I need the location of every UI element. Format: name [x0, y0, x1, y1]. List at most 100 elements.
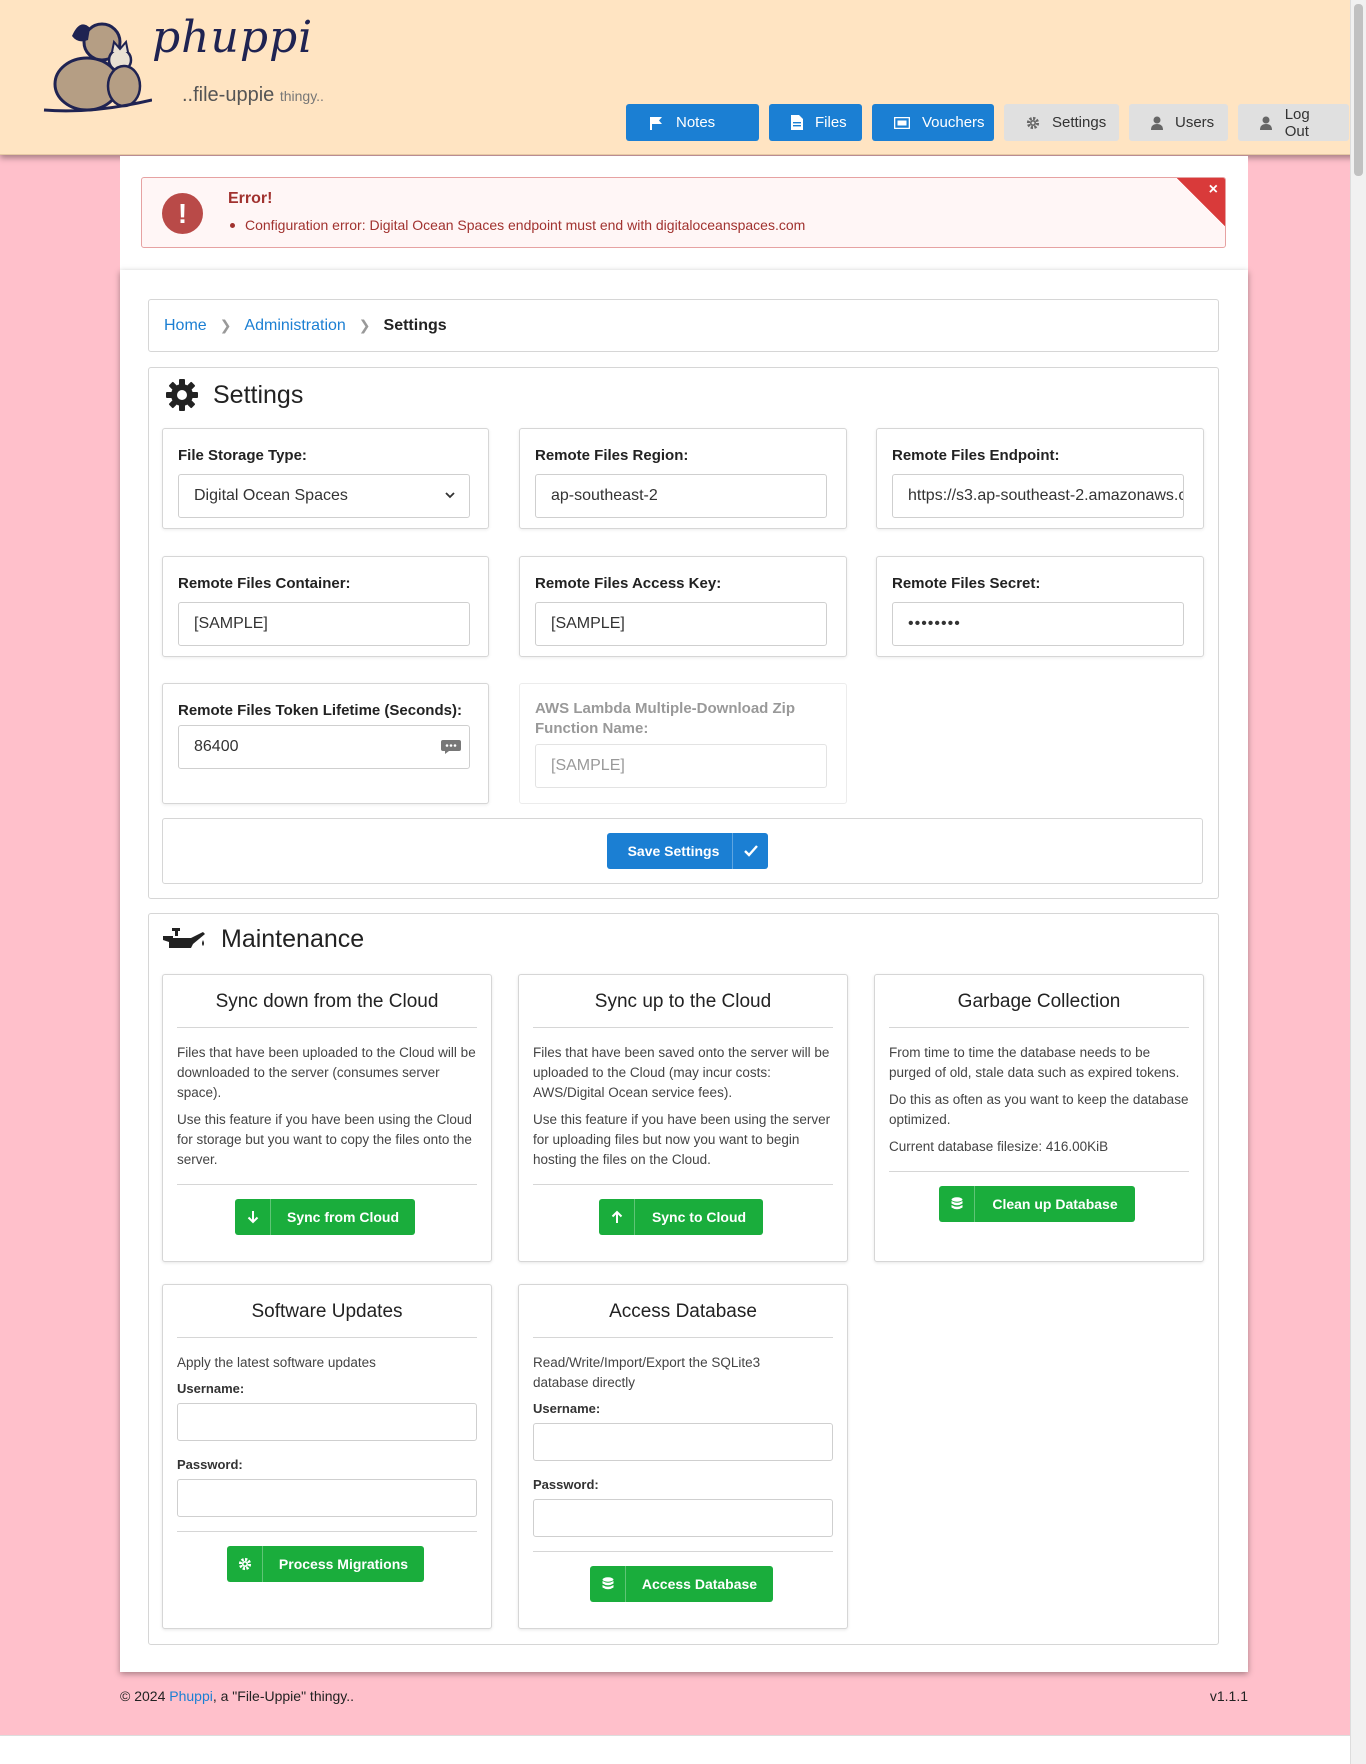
process-migrations-button[interactable]: Process Migrations — [227, 1546, 424, 1582]
access-database-title: Access Database — [609, 1301, 757, 1322]
sync-from-cloud-button[interactable]: Sync from Cloud — [235, 1199, 415, 1235]
close-icon: × — [1208, 181, 1218, 198]
lambda-input: [SAMPLE] — [535, 744, 827, 788]
flag-icon — [648, 115, 664, 131]
nav-files-button[interactable]: Files — [769, 104, 862, 141]
close-alert-button[interactable]: × — [1177, 178, 1225, 226]
database-icon — [939, 1186, 975, 1222]
updates-username-input[interactable] — [177, 1403, 477, 1441]
region-input[interactable]: ap-southeast-2 — [535, 474, 827, 518]
settings-heading: Settings — [165, 378, 303, 412]
breadcrumb-home-link[interactable]: Home — [164, 317, 207, 335]
nav-label: Log Out — [1284, 105, 1310, 140]
nav-notes-button[interactable]: Notes — [626, 104, 759, 141]
access-database-card: Access Database Read/Write/Import/Export… — [518, 1284, 848, 1629]
error-message-text: Configuration error: Digital Ocean Space… — [245, 217, 806, 233]
clean-up-database-button[interactable]: Clean up Database — [939, 1186, 1135, 1222]
brand-tagline: ..file-uppie thingy.. — [182, 84, 324, 107]
sync-to-cloud-button[interactable]: Sync to Cloud — [599, 1199, 763, 1235]
chevron-right-icon: ❯ — [358, 317, 371, 333]
arrow-down-icon — [235, 1199, 271, 1235]
user-icon — [1260, 115, 1273, 131]
save-settings-button[interactable]: Save Settings — [607, 833, 768, 869]
lambda-field: AWS Lambda Multiple-Download Zip Functio… — [519, 683, 847, 804]
secret-label: Remote Files Secret: — [892, 575, 1041, 592]
token-lifetime-input[interactable]: 86400 — [178, 725, 470, 769]
settings-title: Settings — [213, 380, 304, 409]
sync-to-cloud-label: Sync to Cloud — [651, 1209, 747, 1225]
nav-label: Users — [1175, 114, 1215, 131]
divider — [177, 1531, 477, 1532]
footer: © 2024 Phuppi, a "File-Uppie" thingy.. v… — [120, 1688, 1248, 1704]
db-username-input[interactable] — [533, 1423, 833, 1461]
main-nav: Notes Files Vouchers Settings Users Log … — [626, 104, 1349, 141]
storage-type-field: File Storage Type: Digital Ocean Spaces — [162, 428, 489, 529]
container-input[interactable]: [SAMPLE] — [178, 602, 470, 646]
access-key-input[interactable]: [SAMPLE] — [535, 602, 827, 646]
phuppi-logo[interactable]: phuppi ..file-uppie thingy.. — [42, 12, 342, 118]
username-label: Username: — [533, 1401, 601, 1416]
secret-field: Remote Files Secret: •••••••• — [876, 556, 1204, 657]
username-label: Username: — [177, 1381, 245, 1396]
arrow-up-icon — [599, 1199, 635, 1235]
access-database-desc: Read/Write/Import/Export the SQLite3 dat… — [533, 1355, 761, 1390]
sync-down-card: Sync down from the Cloud Files that have… — [162, 974, 492, 1262]
sync-up-title: Sync up to the Cloud — [594, 991, 772, 1012]
nav-settings-button[interactable]: Settings — [1004, 104, 1119, 141]
secret-input[interactable]: •••••••• — [892, 602, 1184, 646]
error-title: Error! — [228, 190, 273, 207]
endpoint-input[interactable]: https://s3.ap-southeast-2.amazonaws.com — [892, 474, 1184, 518]
endpoint-field: Remote Files Endpoint: https://s3.ap-sou… — [876, 428, 1204, 529]
nav-label: Settings — [1052, 114, 1107, 131]
gear-icon — [1026, 115, 1040, 131]
divider — [533, 1184, 833, 1185]
divider — [533, 1551, 833, 1552]
check-icon — [732, 833, 768, 869]
maintenance-heading: Maintenance — [161, 924, 364, 954]
maintenance-title: Maintenance — [221, 924, 365, 953]
sync-from-cloud-label: Sync from Cloud — [286, 1209, 399, 1225]
tagline-small: thingy.. — [279, 88, 324, 104]
garbage-desc-1: From time to time the database needs to … — [889, 1045, 1180, 1080]
error-panel: ! Error! Configuration error: Digital Oc… — [120, 156, 1248, 270]
access-key-field: Remote Files Access Key: [SAMPLE] — [519, 556, 847, 657]
vertical-scrollbar[interactable] — [1350, 0, 1366, 1764]
sync-up-card: Sync up to the Cloud Files that have bee… — [518, 974, 848, 1262]
error-alert: ! Error! Configuration error: Digital Oc… — [141, 177, 1226, 248]
database-icon — [590, 1566, 626, 1602]
region-label: Remote Files Region: — [535, 447, 689, 464]
divider — [177, 1027, 477, 1028]
access-database-button[interactable]: Access Database — [590, 1566, 773, 1602]
bullet-icon — [230, 222, 235, 228]
storage-type-select[interactable]: Digital Ocean Spaces — [178, 474, 470, 518]
scrollbar-thumb[interactable] — [1354, 4, 1363, 176]
gear-icon — [166, 379, 198, 411]
updates-password-input[interactable] — [177, 1479, 477, 1517]
sync-up-desc-1: Files that have been saved onto the serv… — [533, 1045, 830, 1100]
save-bar: Save Settings — [162, 818, 1203, 884]
garbage-desc-2: Do this as often as you want to keep the… — [889, 1092, 1189, 1127]
breadcrumb-administration-link[interactable]: Administration — [244, 317, 345, 335]
nav-users-button[interactable]: Users — [1129, 104, 1228, 141]
divider — [533, 1337, 833, 1338]
dog-cat-logo-icon — [43, 22, 152, 113]
divider — [177, 1184, 477, 1185]
password-label: Password: — [177, 1457, 243, 1472]
nav-label: Notes — [676, 114, 716, 131]
lambda-label: AWS Lambda Multiple-Download Zip Functio… — [535, 700, 795, 737]
footer-phuppi-link[interactable]: Phuppi — [169, 1688, 213, 1704]
footer-version: v1.1.1 — [1209, 1688, 1248, 1704]
sync-up-desc-2: Use this feature if you have been using … — [533, 1112, 831, 1167]
sync-down-desc-2: Use this feature if you have been using … — [177, 1112, 472, 1167]
container-field: Remote Files Container: [SAMPLE] — [162, 556, 489, 657]
storage-type-label: File Storage Type: — [178, 447, 307, 464]
bottom-strip — [0, 1735, 1350, 1764]
nav-vouchers-button[interactable]: Vouchers — [872, 104, 994, 141]
database-filesize: Current database filesize: 416.00KiB — [889, 1139, 1109, 1154]
nav-logout-button[interactable]: Log Out — [1238, 104, 1349, 141]
footer-tagline: , a "File-Uppie" thingy.. — [212, 1688, 355, 1704]
software-updates-desc: Apply the latest software updates — [177, 1355, 376, 1370]
garbage-collection-title: Garbage Collection — [957, 991, 1121, 1012]
software-updates-title: Software Updates — [251, 1301, 403, 1322]
db-password-input[interactable] — [533, 1499, 833, 1537]
